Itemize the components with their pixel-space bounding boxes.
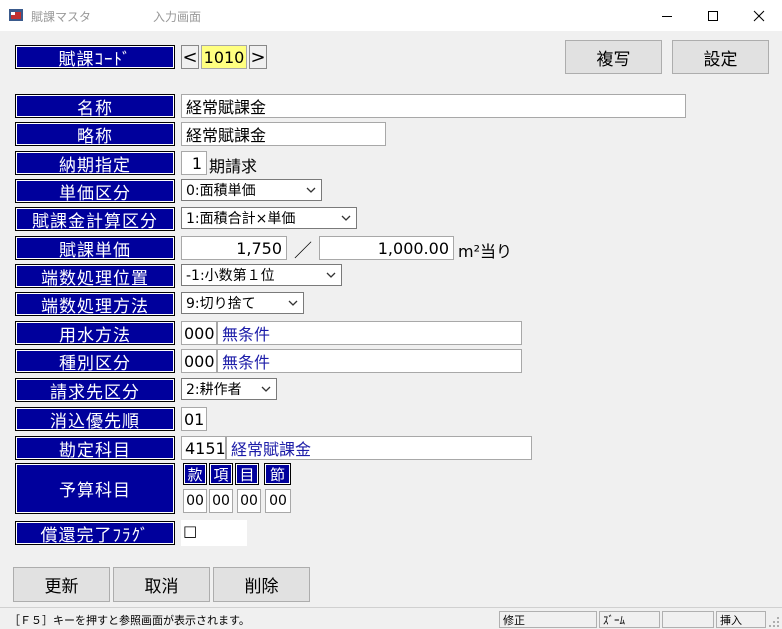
fuka-code-label: 賦課ｺｰﾄﾞ — [15, 45, 175, 70]
status-zoom: ｽﾞｰﾑ — [599, 611, 660, 628]
unit-price-input[interactable]: 1,750 — [181, 236, 287, 260]
chevron-down-icon — [261, 386, 271, 392]
unit-price-separator: ／ — [294, 241, 312, 262]
resize-grip-icon[interactable] — [768, 616, 780, 628]
minimize-button[interactable] — [644, 0, 690, 31]
due-period-label: 納期指定 — [15, 151, 175, 176]
budget-kan-input[interactable]: 00 — [183, 489, 207, 513]
chevron-down-icon — [326, 272, 336, 278]
name-input[interactable]: 経常賦課金 — [181, 94, 686, 118]
close-button[interactable] — [736, 0, 782, 31]
prev-code-button[interactable]: < — [181, 45, 199, 69]
name-label: 名称 — [15, 94, 175, 119]
offset-priority-input[interactable]: 01 — [181, 407, 207, 431]
budget-kou-input[interactable]: 00 — [209, 489, 233, 513]
account-name: 経常賦課金 — [226, 436, 532, 460]
rounding-position-label: 端数処理位置 — [15, 264, 175, 289]
maximize-icon — [708, 10, 718, 21]
window-title: 賦課マスタ — [31, 10, 92, 24]
due-period-suffix: 期請求 — [209, 157, 258, 176]
status-insert: 挿入 — [716, 611, 766, 628]
delete-button[interactable]: 削除 — [213, 567, 310, 602]
type-class-name: 無条件 — [217, 349, 522, 373]
account-code-input[interactable]: 4151 — [181, 436, 226, 460]
rounding-method-select[interactable]: 9:切り捨て — [181, 292, 304, 314]
budget-header-kou: 項 — [209, 463, 233, 485]
unit-price-class-select[interactable]: 0:面積単価 — [181, 179, 322, 201]
billing-target-value: 2:耕作者 — [186, 382, 242, 398]
account-label: 勘定科目 — [15, 436, 175, 461]
unit-price-unit: m²当り — [458, 242, 513, 261]
due-period-input[interactable]: 1 — [181, 151, 207, 175]
minimize-icon — [662, 15, 672, 17]
water-method-code-input[interactable]: 000 — [181, 321, 217, 345]
app-icon — [9, 9, 23, 21]
rounding-position-value: -1:小数第１位 — [186, 268, 275, 284]
unit-price-class-label: 単価区分 — [15, 179, 175, 204]
status-mode: 修正 — [499, 611, 597, 628]
offset-priority-label: 消込優先順 — [15, 407, 175, 432]
status-hint: ［Ｆ５］キーを押すと参照画面が表示されます。 — [9, 613, 250, 627]
budget-setsu-input[interactable]: 00 — [265, 489, 291, 513]
rounding-position-select[interactable]: -1:小数第１位 — [181, 264, 342, 286]
chevron-down-icon — [306, 187, 316, 193]
billing-target-label: 請求先区分 — [15, 378, 175, 403]
chevron-down-icon — [288, 300, 298, 306]
rounding-method-label: 端数処理方法 — [15, 292, 175, 317]
unit-price-class-value: 0:面積単価 — [186, 183, 256, 199]
copy-button[interactable]: 複写 — [565, 40, 662, 74]
calc-class-value: 1:面積合計×単価 — [186, 211, 296, 227]
short-name-label: 略称 — [15, 122, 175, 147]
close-icon — [753, 10, 765, 21]
repaid-flag-area: □ — [181, 520, 247, 546]
repaid-flag-checkbox[interactable]: □ — [183, 522, 197, 540]
title-bar: 賦課マスタ 入力画面 — [0, 0, 782, 31]
update-button[interactable]: 更新 — [13, 567, 110, 602]
water-method-name: 無条件 — [217, 321, 522, 345]
next-code-button[interactable]: > — [249, 45, 267, 69]
budget-header-moku: 目 — [235, 463, 259, 485]
water-method-label: 用水方法 — [15, 321, 175, 346]
fuka-code-input[interactable]: 1010 — [201, 45, 247, 69]
budget-moku-input[interactable]: 00 — [237, 489, 261, 513]
status-bar: ［Ｆ５］キーを押すと参照画面が表示されます。 修正 ｽﾞｰﾑ 挿入 — [0, 607, 782, 629]
unit-price-per-input[interactable]: 1,000.00 — [319, 236, 454, 260]
short-name-input[interactable]: 経常賦課金 — [181, 122, 386, 146]
status-empty — [662, 611, 714, 628]
type-class-code-input[interactable]: 000 — [181, 349, 217, 373]
chevron-down-icon — [341, 215, 351, 221]
budget-header-setsu: 節 — [264, 463, 291, 485]
cancel-button[interactable]: 取消 — [113, 567, 210, 602]
calc-class-label: 賦課金計算区分 — [15, 207, 175, 232]
repaid-flag-label: 償還完了ﾌﾗｸﾞ — [15, 521, 175, 546]
maximize-button[interactable] — [690, 0, 736, 31]
type-class-label: 種別区分 — [15, 349, 175, 374]
unit-price-label: 賦課単価 — [15, 236, 175, 261]
budget-header-kan: 款 — [183, 463, 207, 485]
budget-label: 予算科目 — [15, 463, 175, 514]
rounding-method-value: 9:切り捨て — [186, 296, 256, 312]
settings-button[interactable]: 設定 — [672, 40, 769, 74]
billing-target-select[interactable]: 2:耕作者 — [181, 378, 277, 400]
calc-class-select[interactable]: 1:面積合計×単価 — [181, 207, 357, 229]
window-subtitle: 入力画面 — [153, 10, 202, 24]
